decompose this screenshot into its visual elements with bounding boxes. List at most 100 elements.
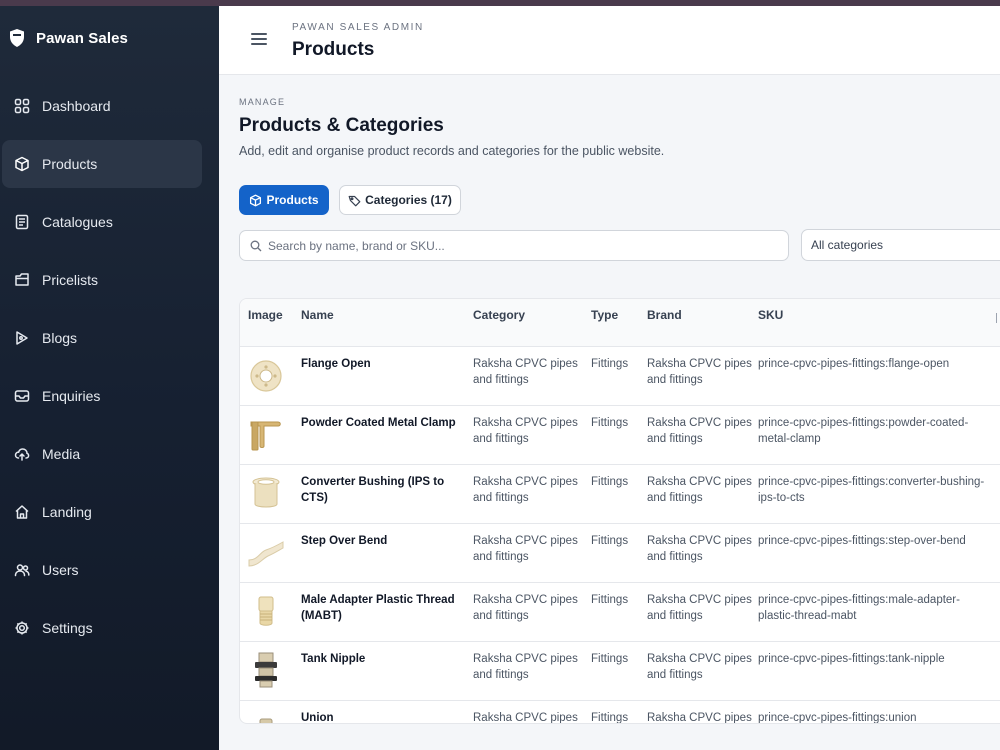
product-sku: prince-cpvc-pipes-fittings:union <box>758 712 917 724</box>
sidebar-nav: Dashboard Products Catalogues Pricelists… <box>0 82 219 662</box>
brand[interactable]: Pawan Sales <box>8 28 128 48</box>
product-thumbnail-bushing <box>252 477 280 508</box>
product-name[interactable]: Flange Open <box>301 357 461 373</box>
product-thumbnail-flange <box>250 360 282 392</box>
table-header: Image Name Category Type Brand SKU <box>240 299 1000 347</box>
product-sku: prince-cpvc-pipes-fittings:powder-coated… <box>758 417 969 445</box>
tab-products[interactable]: Products <box>239 185 329 215</box>
column-header-image[interactable]: Image <box>248 308 283 322</box>
product-brand: Raksha CPVC pipes and fittings <box>647 653 752 681</box>
product-type: Fittings <box>591 476 629 488</box>
hamburger-menu-icon[interactable] <box>251 33 267 47</box>
sidebar-item-blogs[interactable]: Blogs <box>0 314 219 362</box>
product-name[interactable]: Male Adapter Plastic Thread (MABT) <box>301 593 461 624</box>
table-row[interactable]: Converter Bushing (IPS to CTS) Raksha CP… <box>240 465 1000 524</box>
product-type: Fittings <box>591 712 629 724</box>
sidebar-item-settings[interactable]: Settings <box>0 604 219 652</box>
product-category: Raksha CPVC pipes and fittings <box>473 358 578 386</box>
sidebar-item-dashboard[interactable]: Dashboard <box>0 82 219 130</box>
product-name[interactable]: Union <box>301 711 461 723</box>
main-content: MANAGE Products & Categories Add, edit a… <box>219 75 1000 750</box>
section-title: Products & Categories <box>239 115 444 136</box>
column-header-brand[interactable]: Brand <box>647 308 682 322</box>
product-type: Fittings <box>591 535 629 547</box>
sidebar-item-label: Landing <box>42 504 92 520</box>
sidebar-item-label: Dashboard <box>42 98 111 114</box>
column-header-sku[interactable]: SKU <box>758 308 783 322</box>
sidebar-item-label: Pricelists <box>42 272 99 288</box>
search-input[interactable] <box>268 231 783 260</box>
product-category: Raksha CPVC pipes and fittings <box>473 712 578 724</box>
product-category: Raksha CPVC pipes and fittings <box>473 653 578 681</box>
product-sku: prince-cpvc-pipes-fittings:flange-open <box>758 358 950 370</box>
shield-logo-icon <box>10 29 24 47</box>
sidebar: Pawan Sales Dashboard Products Catalogue… <box>0 6 219 750</box>
category-filter-select[interactable]: All categories <box>801 229 1000 261</box>
table-row[interactable]: Tank Nipple Raksha CPVC pipes and fittin… <box>240 642 1000 701</box>
product-name[interactable]: Tank Nipple <box>301 652 461 668</box>
product-category: Raksha CPVC pipes and fittings <box>473 594 578 622</box>
product-name[interactable]: Powder Coated Metal Clamp <box>301 416 461 432</box>
sidebar-item-label: Products <box>42 156 98 172</box>
product-brand: Raksha CPVC pipes and fittings <box>647 594 752 622</box>
product-brand: Raksha CPVC pipes and fittings <box>647 535 752 563</box>
book-icon <box>15 214 29 230</box>
tab-label: Products <box>266 193 319 207</box>
cloud-icon <box>14 448 30 461</box>
product-brand: Raksha CPVC pipes and fittings <box>647 712 752 724</box>
tab-categories[interactable]: Categories (17) <box>339 185 461 215</box>
sidebar-item-label: Catalogues <box>42 214 113 230</box>
sidebar-item-pricelists[interactable]: Pricelists <box>0 256 219 304</box>
header-eyebrow: PAWAN SALES ADMIN <box>292 22 424 33</box>
column-header-type[interactable]: Type <box>591 308 618 322</box>
sidebar-item-enquiries[interactable]: Enquiries <box>0 372 219 420</box>
sidebar-item-catalogues[interactable]: Catalogues <box>0 198 219 246</box>
mail-icon <box>14 390 30 402</box>
product-thumbnail-clamp <box>250 421 281 451</box>
sidebar-item-landing[interactable]: Landing <box>0 488 219 536</box>
sidebar-item-label: Settings <box>42 620 93 636</box>
product-sku: prince-cpvc-pipes-fittings:male-adapter-… <box>758 594 960 622</box>
table-row[interactable]: Powder Coated Metal Clamp Raksha CPVC pi… <box>240 406 1000 465</box>
product-brand: Raksha CPVC pipes and fittings <box>647 476 752 504</box>
product-brand: Raksha CPVC pipes and fittings <box>647 417 752 445</box>
product-thumbnail-male-adapter <box>258 596 274 626</box>
tab-label: Categories (17) <box>365 193 452 207</box>
column-header-name[interactable]: Name <box>301 308 334 322</box>
search-icon <box>250 240 262 252</box>
product-brand: Raksha CPVC pipes and fittings <box>647 358 752 386</box>
section-description: Add, edit and organise product records a… <box>239 144 665 158</box>
users-icon <box>14 564 30 577</box>
top-header: PAWAN SALES ADMIN Products <box>219 6 1000 75</box>
column-header-category[interactable]: Category <box>473 308 525 322</box>
page-title: Products <box>292 39 375 60</box>
dashboard-grid-icon <box>14 98 30 114</box>
search-box <box>239 230 789 261</box>
product-type: Fittings <box>591 417 629 429</box>
product-sku: prince-cpvc-pipes-fittings:converter-bus… <box>758 476 985 504</box>
category-filter-value: All categories <box>811 238 884 252</box>
product-sku: prince-cpvc-pipes-fittings:step-over-ben… <box>758 535 966 547</box>
tag-icon <box>15 273 29 286</box>
sidebar-item-products[interactable]: Products <box>2 140 202 188</box>
brand-name: Pawan Sales <box>36 29 128 47</box>
column-header-more <box>996 313 1000 323</box>
product-sku: prince-cpvc-pipes-fittings:tank-nipple <box>758 653 945 665</box>
pen-icon <box>16 331 28 345</box>
sidebar-item-users[interactable]: Users <box>0 546 219 594</box>
sidebar-item-label: Enquiries <box>42 388 101 404</box>
products-table: Image Name Category Type Brand SKU Flang… <box>239 298 1000 724</box>
table-row[interactable]: Flange Open Raksha CPVC pipes and fittin… <box>240 347 1000 406</box>
table-row[interactable]: Union Raksha CPVC pipes and fittings Fit… <box>240 701 1000 724</box>
sidebar-item-label: Blogs <box>42 330 78 346</box>
home-icon <box>15 505 29 519</box>
product-name[interactable]: Step Over Bend <box>301 534 461 550</box>
product-type: Fittings <box>591 358 629 370</box>
sidebar-item-label: Users <box>42 562 79 578</box>
table-row[interactable]: Male Adapter Plastic Thread (MABT) Raksh… <box>240 583 1000 642</box>
sidebar-item-media[interactable]: Media <box>0 430 219 478</box>
table-row[interactable]: Step Over Bend Raksha CPVC pipes and fit… <box>240 524 1000 583</box>
product-type: Fittings <box>591 594 629 606</box>
cube-icon <box>15 156 29 172</box>
product-name[interactable]: Converter Bushing (IPS to CTS) <box>301 475 461 506</box>
